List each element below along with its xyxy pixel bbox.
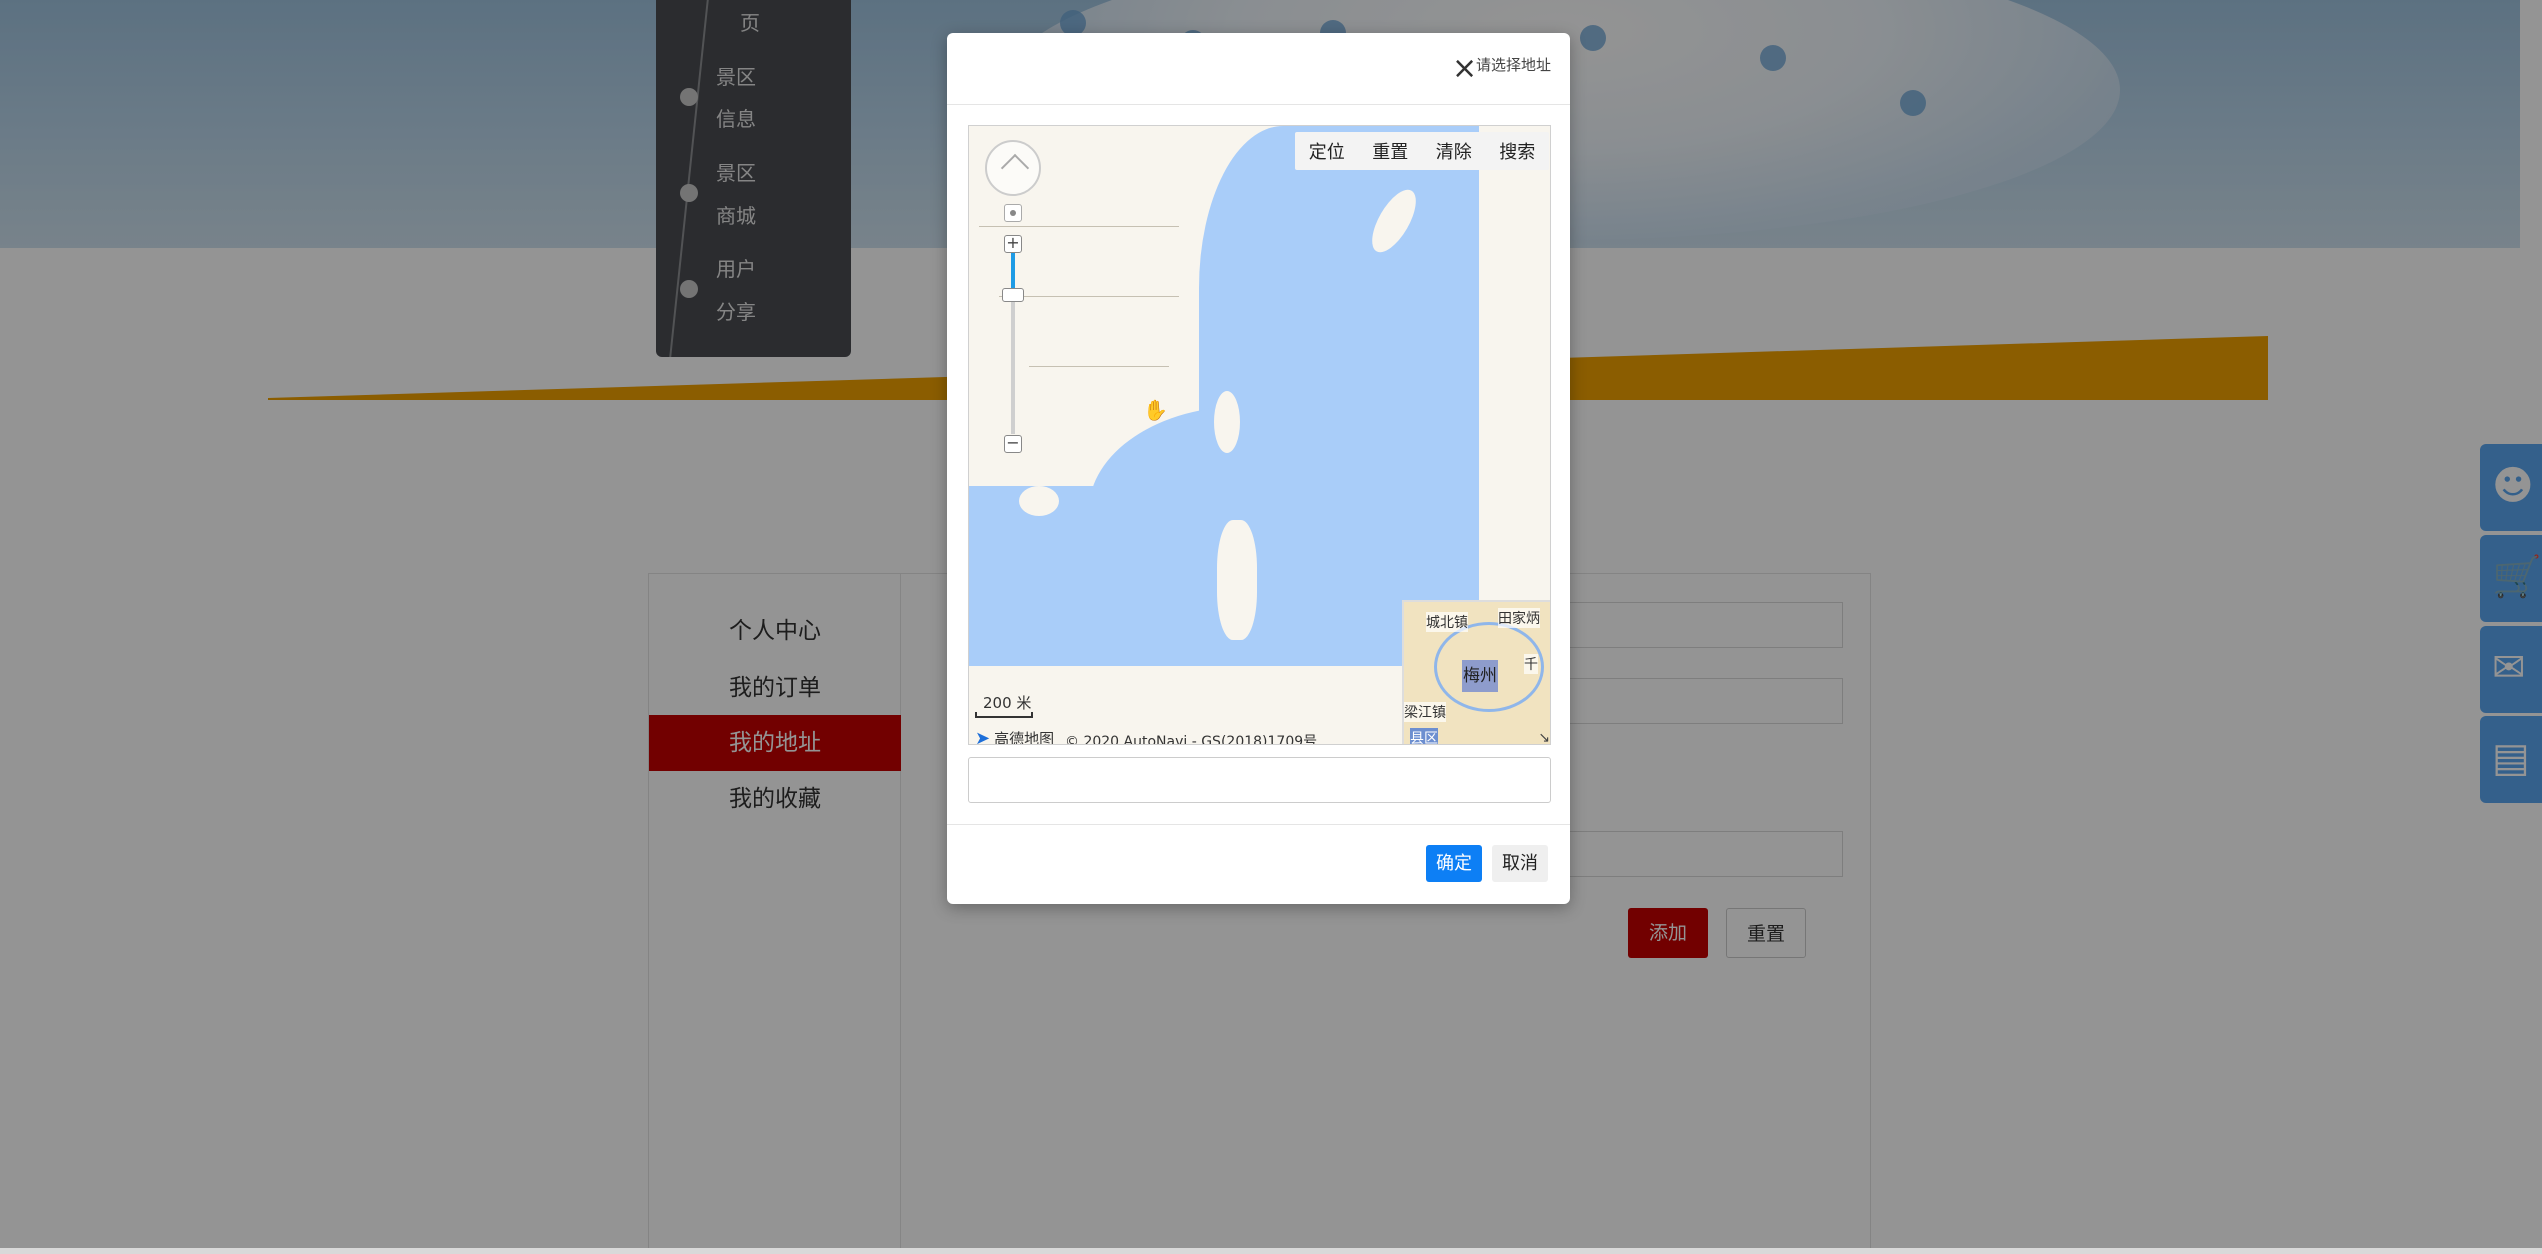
cancel-button[interactable]: 取消 <box>1492 845 1548 882</box>
page-footer-strip <box>0 1248 2542 1254</box>
map-clear-button[interactable]: 清除 <box>1432 138 1476 164</box>
address-picker-modal: × 请选择地址 定位 重置 清除 搜索 + − ✋ 200 米 ➤ 高德地图 ©… <box>947 33 1570 904</box>
minimap-label: 千 <box>1524 654 1538 674</box>
amap-logo: ➤ 高德地图 <box>975 728 1054 745</box>
map-scale-bar <box>975 712 1033 718</box>
map-scale-label: 200 米 <box>983 694 1032 712</box>
map-island <box>1214 391 1240 453</box>
modal-title: 请选择地址 <box>1476 56 1552 74</box>
minimap-label: 城北镇 <box>1426 612 1468 632</box>
map-locate-button[interactable]: 定位 <box>1305 138 1349 164</box>
zoom-in-icon[interactable]: + <box>1004 235 1022 253</box>
minimap-label: 梁江镇 <box>1404 702 1446 722</box>
map-island <box>1019 486 1059 516</box>
map-view[interactable]: 定位 重置 清除 搜索 + − ✋ 200 米 ➤ 高德地图 © 2020 Aut… <box>968 125 1551 745</box>
modal-header: × 请选择地址 <box>947 33 1570 105</box>
map-toolbar: 定位 重置 清除 搜索 <box>1295 132 1549 170</box>
minimap-toggle-icon[interactable]: ↘ <box>1538 730 1550 744</box>
confirm-button[interactable]: 确定 <box>1426 845 1482 882</box>
zoom-home-icon[interactable] <box>1004 204 1022 222</box>
close-icon[interactable]: × <box>1452 54 1477 84</box>
minimap-label: 县区 <box>1410 728 1438 744</box>
amap-logo-icon: ➤ <box>975 728 991 745</box>
overview-minimap[interactable]: 城北镇 田家炳 千 梅州 梁江镇 县区 ↘ <box>1402 600 1550 744</box>
map-search-button[interactable]: 搜索 <box>1495 138 1539 164</box>
minimap-label: 田家炳 <box>1498 608 1540 628</box>
map-copyright: © 2020 AutoNavi - GS(2018)1709号 <box>1065 734 1318 745</box>
zoom-out-icon[interactable]: − <box>1004 435 1022 453</box>
hand-cursor-icon: ✋ <box>1143 398 1168 422</box>
map-island <box>1217 520 1257 640</box>
modal-footer: 确定 取消 <box>947 824 1570 904</box>
map-reset-button[interactable]: 重置 <box>1368 138 1412 164</box>
zoom-slider-handle[interactable] <box>1002 288 1024 302</box>
minimap-city: 梅州 <box>1462 660 1498 692</box>
pan-control-icon[interactable] <box>985 140 1041 196</box>
selected-address-input[interactable] <box>968 757 1551 803</box>
